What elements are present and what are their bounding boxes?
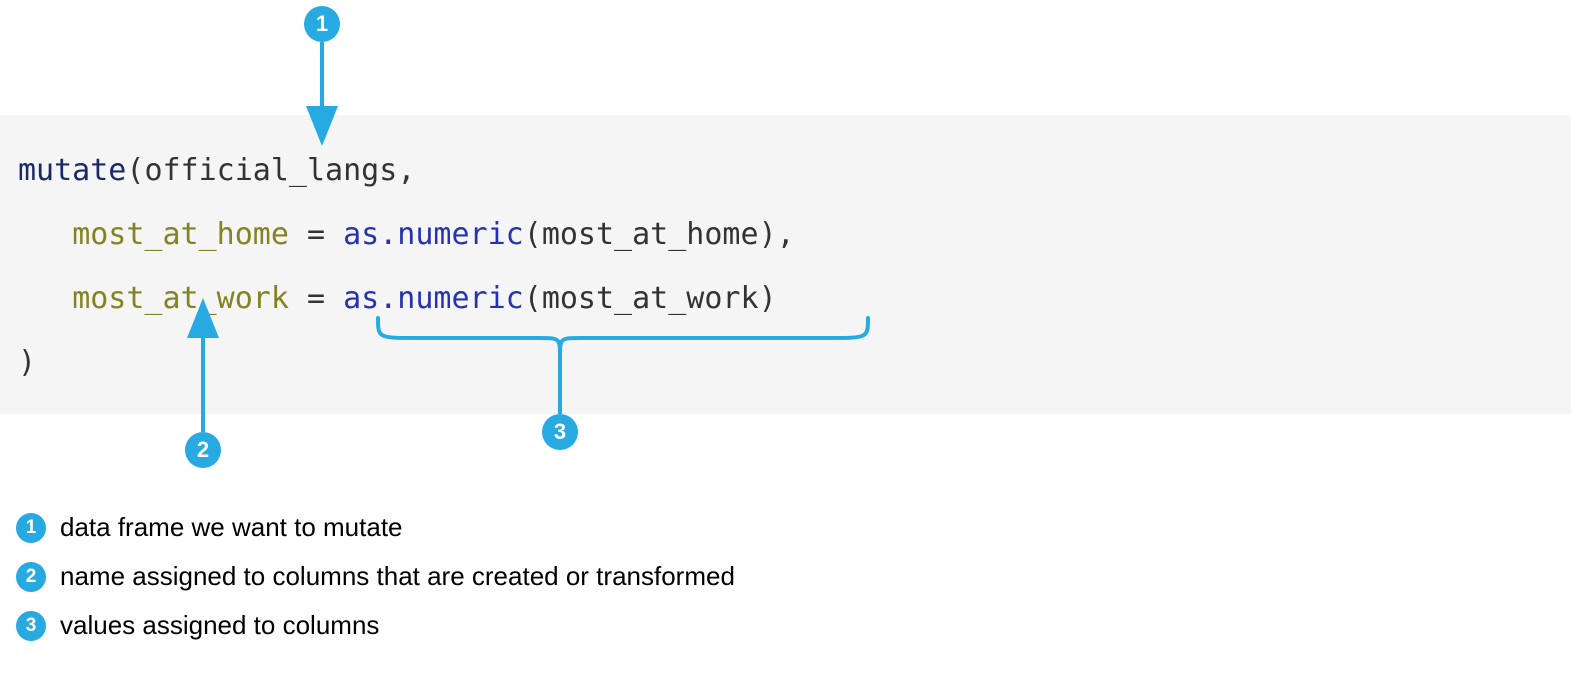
data-frame-arg: official_langs [144,153,397,188]
callout-badge-2: 2 [185,432,221,468]
legend: 1 data frame we want to mutate 2 name as… [16,512,735,659]
comma-2: , [777,217,795,252]
legend-text-1: data frame we want to mutate [60,512,403,543]
code-block: mutate(official_langs, most_at_home = as… [0,115,1571,414]
open-paren-inner-1: ( [524,217,542,252]
legend-row-3: 3 values assigned to columns [16,610,735,641]
callout-badge-1: 1 [304,6,340,42]
close-paren-inner-2: ) [759,281,777,316]
equals-2: = [289,281,343,316]
arg2-name: most_at_work [72,281,289,316]
close-paren-inner-1: ) [759,217,777,252]
diagram-canvas: mutate(official_langs, most_at_home = as… [0,0,1571,690]
open-paren: ( [126,153,144,188]
legend-text-3: values assigned to columns [60,610,379,641]
func-name: mutate [18,153,126,188]
equals: = [289,217,343,252]
arg1-name: most_at_home [72,217,289,252]
arg2-inner: most_at_work [542,281,759,316]
open-paren-inner-2: ( [524,281,542,316]
indent [18,217,72,252]
call-fn-1: as.numeric [343,217,524,252]
legend-badge-3: 3 [16,611,46,641]
arg1-inner: most_at_home [542,217,759,252]
indent-2 [18,281,72,316]
callout-badge-3: 3 [542,414,578,450]
call-fn-2: as.numeric [343,281,524,316]
legend-badge-1: 1 [16,513,46,543]
comma: , [397,153,415,188]
legend-text-2: name assigned to columns that are create… [60,561,735,592]
legend-badge-2: 2 [16,562,46,592]
legend-row-2: 2 name assigned to columns that are crea… [16,561,735,592]
legend-row-1: 1 data frame we want to mutate [16,512,735,543]
close-paren-outer: ) [18,345,36,380]
